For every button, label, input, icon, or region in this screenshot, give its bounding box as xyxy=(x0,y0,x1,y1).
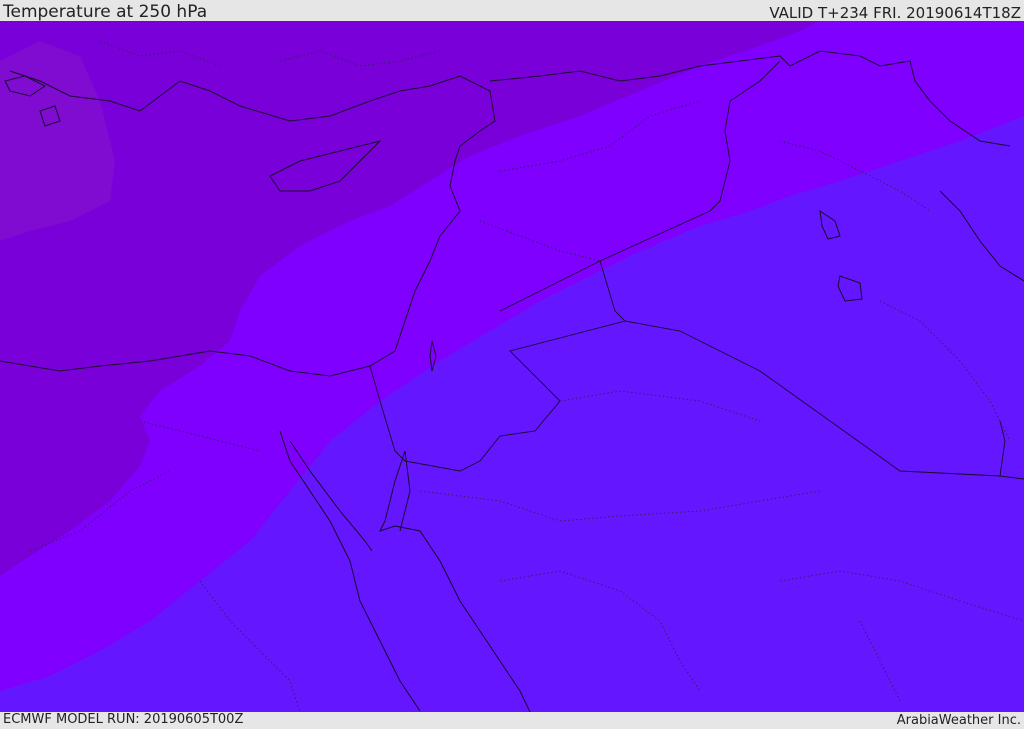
credit-label: ArabiaWeather Inc. xyxy=(896,713,1021,728)
map-canvas xyxy=(0,21,1024,712)
map-title: Temperature at 250 hPa xyxy=(3,2,208,22)
temperature-map[interactable] xyxy=(0,21,1024,712)
footer-bar: ECMWF MODEL RUN: 20190605T00Z ArabiaWeat… xyxy=(0,712,1024,729)
header-bar: Temperature at 250 hPa VALID T+234 FRI. … xyxy=(0,0,1024,21)
valid-time: VALID T+234 FRI. 20190614T18Z xyxy=(769,4,1021,22)
model-run-label: ECMWF MODEL RUN: 20190605T00Z xyxy=(3,712,244,727)
